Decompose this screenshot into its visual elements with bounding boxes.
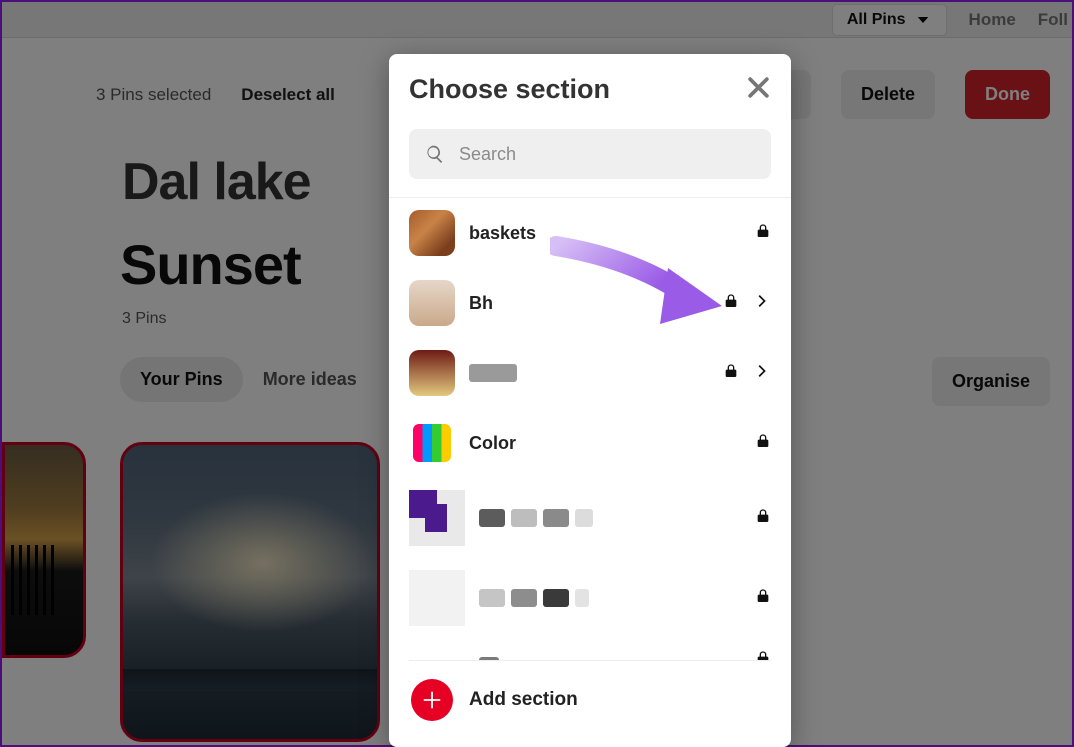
section-label: baskets	[469, 223, 741, 244]
section-label	[479, 589, 741, 607]
section-thumbnail	[409, 570, 465, 626]
lock-icon	[755, 588, 771, 609]
section-label	[479, 509, 741, 527]
plus-icon	[421, 689, 443, 711]
section-label	[469, 364, 709, 382]
modal-title: Choose section	[409, 74, 610, 105]
section-item-color[interactable]: Color	[409, 408, 771, 478]
section-item-baskets[interactable]: baskets	[409, 198, 771, 268]
section-thumbnail	[409, 350, 455, 396]
section-label: Color	[469, 433, 741, 454]
section-item[interactable]	[409, 558, 771, 638]
section-item-bh[interactable]: Bh	[409, 268, 771, 338]
section-item[interactable]	[409, 478, 771, 558]
section-thumbnail	[409, 210, 455, 256]
chevron-right-icon	[753, 362, 771, 385]
section-label	[479, 657, 741, 661]
lock-icon	[755, 650, 771, 660]
section-label: Bh	[469, 293, 709, 314]
chevron-right-icon	[753, 292, 771, 315]
search-icon	[425, 144, 445, 164]
add-section-label: Add section	[469, 689, 578, 711]
choose-section-modal: Choose section baskets Bh	[389, 54, 791, 747]
section-thumbnail	[409, 280, 455, 326]
search-field[interactable]	[409, 129, 771, 179]
add-section-row[interactable]: Add section	[409, 660, 771, 727]
add-section-button[interactable]	[411, 679, 453, 721]
search-input[interactable]	[459, 144, 755, 165]
section-thumbnail	[409, 651, 465, 661]
section-list[interactable]: baskets Bh	[389, 198, 791, 660]
lock-icon	[755, 223, 771, 244]
lock-icon	[755, 433, 771, 454]
lock-icon	[755, 508, 771, 529]
close-button[interactable]	[746, 75, 771, 105]
lock-icon	[723, 363, 739, 384]
close-icon	[746, 75, 771, 100]
section-thumbnail	[409, 420, 455, 466]
section-item[interactable]	[409, 338, 771, 408]
section-item[interactable]	[409, 638, 771, 660]
section-thumbnail	[409, 490, 465, 546]
lock-icon	[723, 293, 739, 314]
